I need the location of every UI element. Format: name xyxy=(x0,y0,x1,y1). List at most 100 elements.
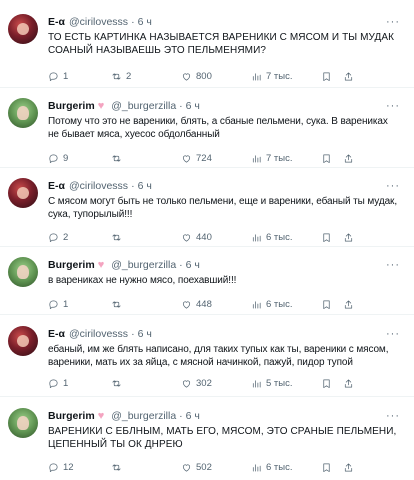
more-options-icon[interactable]: ··· xyxy=(386,328,400,340)
retweet-icon xyxy=(112,72,121,80)
share-icon xyxy=(344,71,353,81)
share-button[interactable] xyxy=(343,378,359,389)
tweet-text: С мясом могут быть не только пельмени, е… xyxy=(48,196,398,220)
bookmark-button[interactable] xyxy=(321,299,343,310)
like-count: 502 xyxy=(196,461,212,473)
timestamp[interactable]: 6 ч xyxy=(186,410,200,422)
retweet-button[interactable] xyxy=(111,153,181,164)
tweet-header: Burgerim ♥ @_burgerzilla · 6 ч ··· xyxy=(48,98,400,114)
reply-button[interactable]: 1 xyxy=(48,299,111,310)
views-button[interactable]: 6 тыс. xyxy=(251,232,321,243)
timestamp[interactable]: 6 ч xyxy=(138,16,152,28)
timestamp[interactable]: 6 ч xyxy=(186,100,200,112)
more-options-icon[interactable]: ··· xyxy=(386,16,400,28)
share-button[interactable] xyxy=(343,299,359,310)
share-button[interactable] xyxy=(343,232,359,243)
timestamp[interactable]: 6 ч xyxy=(138,328,152,340)
reply-icon xyxy=(49,462,58,472)
timestamp[interactable]: 6 ч xyxy=(138,180,152,192)
bookmark-icon xyxy=(323,232,330,242)
reply-icon xyxy=(49,71,58,81)
user-handle[interactable]: @_burgerzilla xyxy=(111,410,176,422)
user-handle[interactable]: @cirilovesss xyxy=(69,328,128,340)
tweet[interactable]: E-α @cirilovesss · 6 ч ··· С мясом могут… xyxy=(0,168,414,247)
tweet[interactable]: E-α @cirilovesss · 6 ч ··· ебаный, им же… xyxy=(0,315,414,397)
avatar[interactable] xyxy=(8,178,38,208)
bookmark-button[interactable] xyxy=(321,378,343,389)
share-icon xyxy=(344,232,353,242)
views-chart-icon xyxy=(252,233,261,242)
reply-button[interactable]: 1 xyxy=(48,378,111,389)
share-button[interactable] xyxy=(343,462,359,473)
reply-count: 9 xyxy=(63,152,69,164)
tweet[interactable]: Burgerim ♥ @_burgerzilla · 6 ч ··· в вар… xyxy=(0,247,414,315)
views-button[interactable]: 6 тыс. xyxy=(251,299,321,310)
views-chart-icon xyxy=(252,72,261,81)
views-chart-icon xyxy=(252,463,261,472)
reply-icon xyxy=(49,153,58,163)
tweet-header: Burgerim ♥ @_burgerzilla · 6 ч ··· xyxy=(48,408,400,424)
user-handle[interactable]: @cirilovesss xyxy=(69,16,128,28)
display-name[interactable]: Burgerim xyxy=(48,410,95,422)
display-name[interactable]: E-α xyxy=(48,16,65,28)
tweet[interactable]: Burgerim ♥ @_burgerzilla · 6 ч ··· Потом… xyxy=(0,88,414,168)
reply-icon xyxy=(49,300,58,309)
reply-button[interactable]: 1 xyxy=(48,71,111,82)
share-button[interactable] xyxy=(343,71,359,82)
display-name[interactable]: Burgerim xyxy=(48,100,95,112)
like-button[interactable]: 302 xyxy=(181,378,251,389)
view-count: 7 тыс. xyxy=(266,152,293,164)
more-options-icon[interactable]: ··· xyxy=(386,100,400,112)
views-button[interactable]: 6 тыс. xyxy=(251,462,321,473)
reply-button[interactable]: 2 xyxy=(48,232,111,243)
avatar[interactable] xyxy=(8,257,38,287)
tweet[interactable]: Burgerim ♥ @_burgerzilla · 6 ч ··· ВАРЕН… xyxy=(0,397,414,480)
like-button[interactable]: 502 xyxy=(181,462,251,473)
like-count: 302 xyxy=(196,377,212,389)
display-name[interactable]: E-α xyxy=(48,180,65,192)
avatar[interactable] xyxy=(8,98,38,128)
tweet-actions: 1 2 800 7 тыс. xyxy=(48,67,400,85)
views-button[interactable]: 5 тыс. xyxy=(251,378,321,389)
bookmark-button[interactable] xyxy=(321,71,343,82)
user-handle[interactable]: @_burgerzilla xyxy=(111,259,176,271)
avatar[interactable] xyxy=(8,14,38,44)
retweet-button[interactable] xyxy=(111,462,181,473)
avatar[interactable] xyxy=(8,326,38,356)
reply-count: 2 xyxy=(63,231,69,243)
bookmark-button[interactable] xyxy=(321,232,343,243)
bookmark-icon xyxy=(323,462,330,472)
timestamp[interactable]: 6 ч xyxy=(186,259,200,271)
display-name[interactable]: Burgerim xyxy=(48,259,95,271)
views-button[interactable]: 7 тыс. xyxy=(251,71,321,82)
like-button[interactable]: 448 xyxy=(181,299,251,310)
tweet[interactable]: E-α @cirilovesss · 6 ч ··· ТО ЕСТЬ КАРТИ… xyxy=(0,0,414,88)
user-handle[interactable]: @_burgerzilla xyxy=(111,100,176,112)
avatar[interactable] xyxy=(8,408,38,438)
retweet-button[interactable] xyxy=(111,299,181,310)
reply-button[interactable]: 9 xyxy=(48,153,111,164)
tweet-actions: 1 302 5 тыс. xyxy=(48,374,400,392)
like-button[interactable]: 724 xyxy=(181,153,251,164)
reply-button[interactable]: 12 xyxy=(48,462,111,473)
retweet-button[interactable] xyxy=(111,378,181,389)
user-handle[interactable]: @cirilovesss xyxy=(69,180,128,192)
more-options-icon[interactable]: ··· xyxy=(386,259,400,271)
like-button[interactable]: 440 xyxy=(181,232,251,243)
retweet-button[interactable]: 2 xyxy=(111,71,181,82)
heart-emoji-icon: ♥ xyxy=(97,100,105,112)
separator-dot: · xyxy=(131,16,135,28)
like-button[interactable]: 800 xyxy=(181,71,251,82)
tweet-header: E-α @cirilovesss · 6 ч ··· xyxy=(48,326,400,342)
retweet-icon xyxy=(112,154,121,162)
share-button[interactable] xyxy=(343,153,359,164)
display-name[interactable]: E-α xyxy=(48,328,65,340)
more-options-icon[interactable]: ··· xyxy=(386,410,400,422)
retweet-button[interactable] xyxy=(111,232,181,243)
bookmark-button[interactable] xyxy=(321,462,343,473)
heart-icon xyxy=(182,234,191,242)
more-options-icon[interactable]: ··· xyxy=(386,180,400,192)
views-button[interactable]: 7 тыс. xyxy=(251,153,321,164)
bookmark-icon xyxy=(323,300,330,309)
bookmark-button[interactable] xyxy=(321,153,343,164)
